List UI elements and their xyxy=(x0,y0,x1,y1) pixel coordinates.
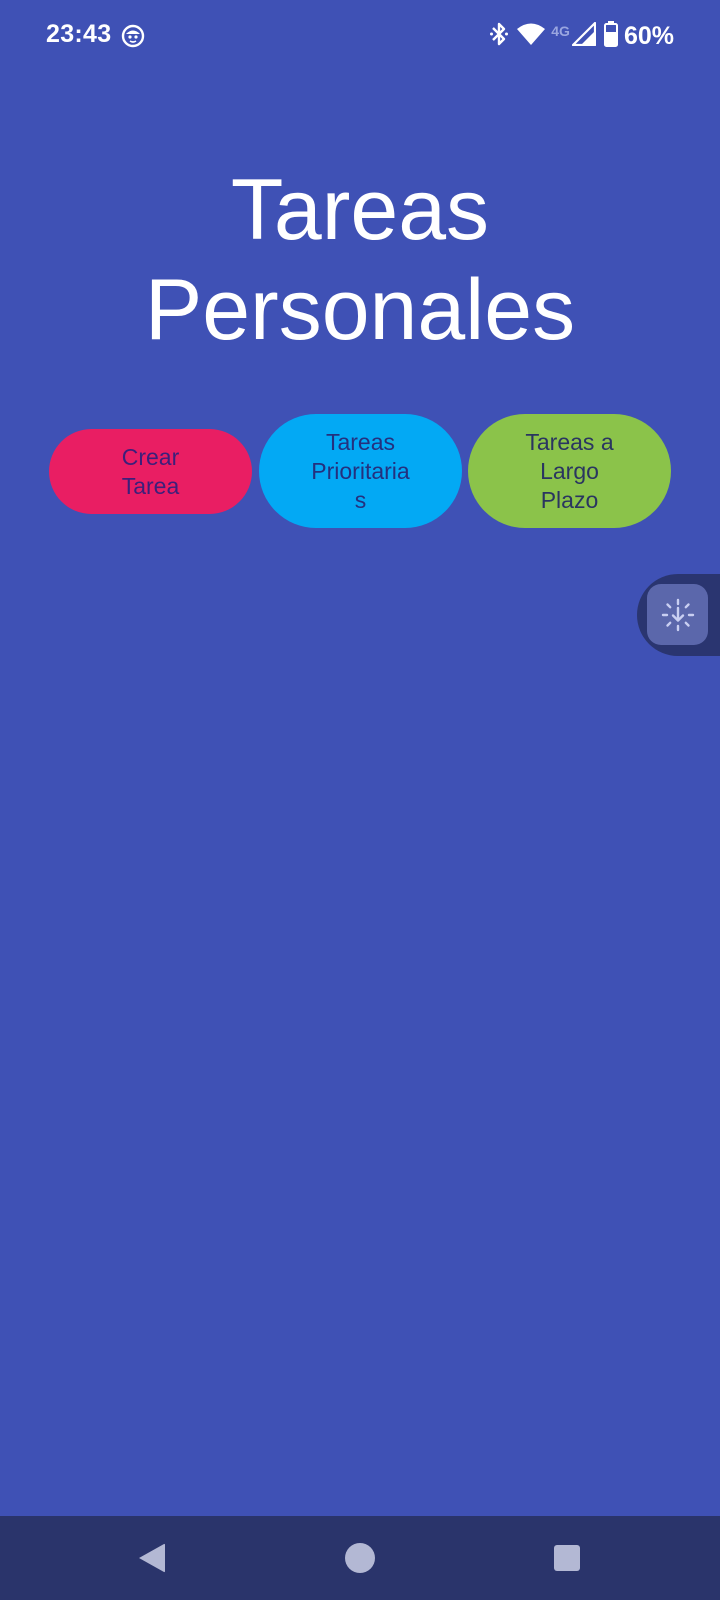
create-task-label-line1: Crear xyxy=(121,443,180,470)
recents-square-icon[interactable] xyxy=(547,1538,587,1578)
long-term-tasks-label-line2: Largo xyxy=(540,457,599,484)
priority-tasks-label-line2: Prioritaria xyxy=(311,457,410,484)
wifi-icon xyxy=(517,22,546,51)
battery-percent: 60% xyxy=(623,21,674,50)
touch-download-icon[interactable] xyxy=(647,584,708,645)
back-triangle-icon[interactable] xyxy=(132,1538,172,1578)
priority-tasks-label-line1: Tareas xyxy=(325,428,396,455)
long-term-tasks-label-line1: Tareas a xyxy=(525,428,614,455)
page-title: Tareas Personales xyxy=(0,160,720,360)
priority-tasks-button[interactable]: Tareas Prioritaria s xyxy=(259,414,462,528)
create-task-button[interactable]: Crear Tarea xyxy=(49,429,252,514)
battery-icon xyxy=(603,20,618,52)
page-title-line2: Personales xyxy=(144,262,576,358)
network-type: 4G xyxy=(551,23,570,39)
floating-side-handle[interactable] xyxy=(637,574,720,656)
home-circle-icon[interactable] xyxy=(340,1538,380,1578)
status-icons: 4G 60% xyxy=(489,20,674,52)
long-term-tasks-label-line3: Plazo xyxy=(540,486,599,513)
create-task-label-line2: Tarea xyxy=(121,472,180,499)
status-time: 23:43 xyxy=(46,20,112,48)
navigation-bar xyxy=(0,1516,720,1600)
bluetooth-icon xyxy=(489,21,509,52)
priority-tasks-label-line3: s xyxy=(354,486,367,513)
app-screen: 23:43 4G 60% Tareas Personales Crear Tar… xyxy=(0,0,720,1600)
page-title-line1: Tareas xyxy=(230,162,490,258)
face-icon xyxy=(121,24,145,48)
status-bar: 23:43 4G 60% xyxy=(0,0,720,72)
signal-icon xyxy=(571,21,597,51)
long-term-tasks-button[interactable]: Tareas a Largo Plazo xyxy=(468,414,671,528)
